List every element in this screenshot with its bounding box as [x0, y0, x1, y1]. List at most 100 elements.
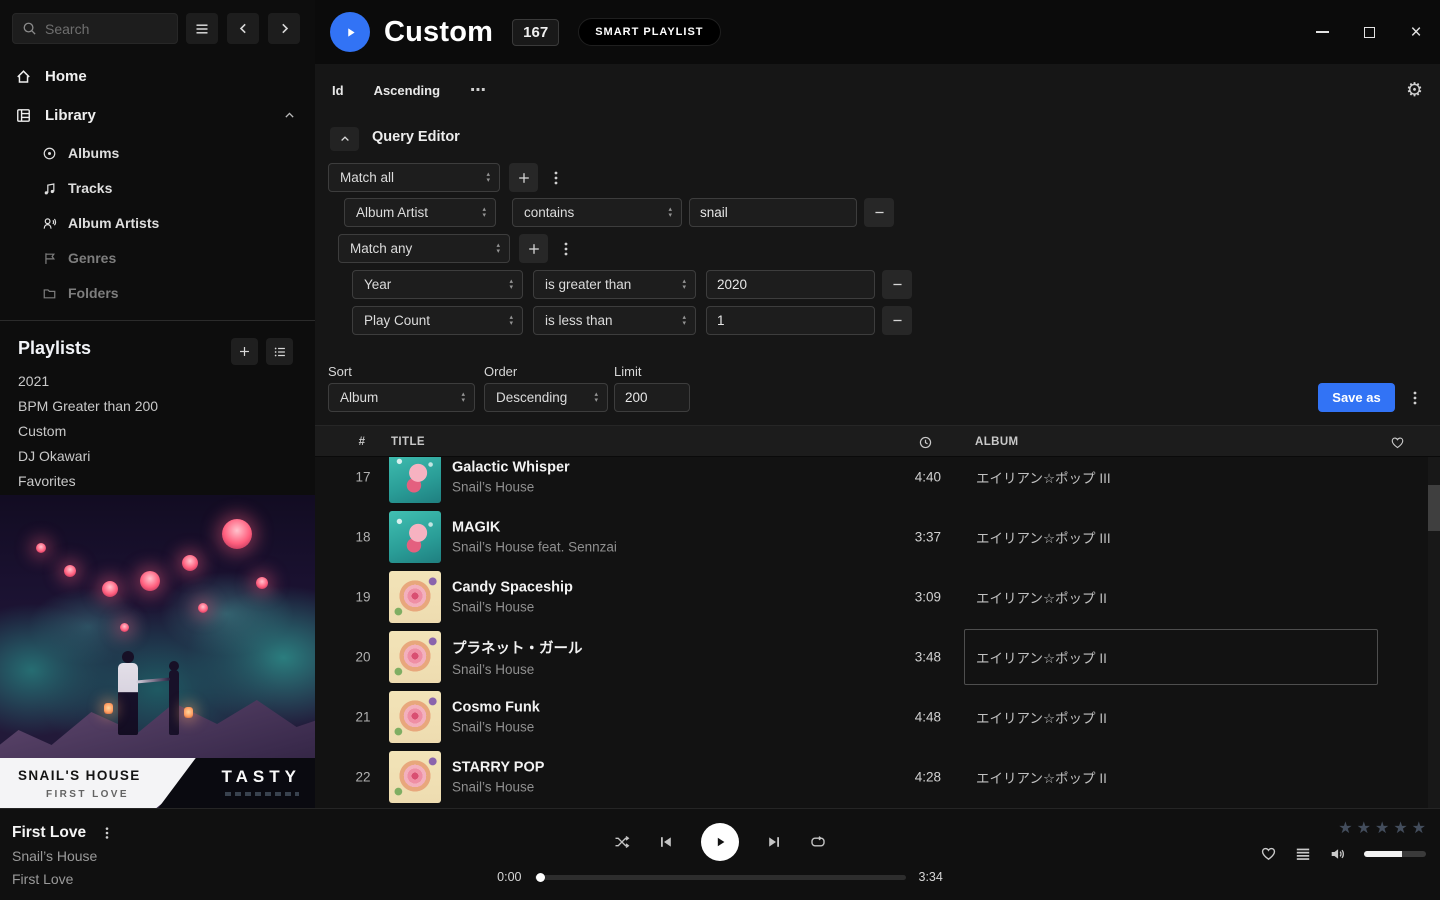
star-icon[interactable]: ★: [1338, 821, 1352, 837]
progress-handle[interactable]: [536, 873, 545, 882]
sidebar-item-folders[interactable]: Folders: [0, 281, 315, 305]
now-playing-title[interactable]: First Love: [12, 824, 86, 842]
query-editor-collapse-button[interactable]: [330, 127, 359, 151]
playlist-item[interactable]: Custom: [18, 421, 66, 441]
track-row[interactable]: 22 STARRY POP Snail’s House 4:28 エイリアン☆ポ…: [315, 747, 1440, 807]
volume-slider[interactable]: [1364, 851, 1426, 857]
volume-button[interactable]: [1329, 846, 1346, 862]
playlist-item[interactable]: 2021: [18, 371, 49, 391]
now-playing-artist[interactable]: Snail’s House: [12, 846, 114, 866]
forward-button[interactable]: [268, 13, 300, 44]
play-button[interactable]: [701, 823, 739, 861]
now-playing-album[interactable]: First Love: [12, 869, 114, 889]
track-album-cell[interactable]: エイリアン☆ポップ II: [964, 569, 1378, 625]
remove-rule-button[interactable]: [882, 270, 912, 299]
sidebar-item-library[interactable]: Library: [0, 102, 315, 128]
column-index[interactable]: #: [351, 426, 373, 458]
select-arrows-icon: ▴▾: [509, 279, 513, 290]
gear-icon[interactable]: ⚙: [1406, 81, 1423, 100]
track-row[interactable]: 20 プラネット・ガール Snail’s House 3:48 エイリアン☆ポッ…: [315, 627, 1440, 687]
star-icon[interactable]: ★: [1393, 821, 1407, 837]
previous-button[interactable]: [658, 834, 674, 850]
search-field[interactable]: [12, 13, 178, 44]
remove-rule-button[interactable]: [864, 198, 894, 227]
select-arrows-icon: ▴▾: [594, 392, 598, 403]
queue-button[interactable]: [1295, 846, 1311, 862]
now-playing-art[interactable]: SNAIL'S HOUSE FIRST LOVE TASTY: [0, 495, 315, 808]
group-menu-button[interactable]: [548, 170, 564, 186]
list-icon: [273, 345, 287, 359]
order-select[interactable]: Descending ▴▾: [484, 383, 608, 412]
rule-field-select[interactable]: Play Count ▴▾: [352, 306, 523, 335]
repeat-button[interactable]: [809, 834, 827, 850]
star-icon[interactable]: ★: [1412, 821, 1426, 837]
add-rule-button[interactable]: [519, 234, 548, 263]
limit-input[interactable]: [614, 383, 690, 412]
query-menu-button[interactable]: [1405, 383, 1425, 412]
sidebar-item-home[interactable]: Home: [0, 63, 315, 89]
add-playlist-button[interactable]: [231, 338, 258, 365]
track-album-cell[interactable]: エイリアン☆ポップ III: [964, 509, 1378, 565]
playlist-play-button[interactable]: [330, 12, 370, 52]
scrollbar-thumb[interactable]: [1428, 485, 1440, 531]
window-maximize-button[interactable]: [1359, 22, 1379, 42]
save-as-button[interactable]: Save as: [1318, 383, 1395, 412]
favorite-button[interactable]: [1260, 845, 1277, 862]
track-album-cell[interactable]: エイリアン☆ポップ III: [964, 457, 1378, 505]
track-list-inner: 17 Galactic Whisper Snail’s House 4:40 エ…: [315, 457, 1440, 807]
playlist-item[interactable]: BPM Greater than 200: [18, 396, 158, 416]
rule-value-input[interactable]: [689, 198, 857, 227]
track-album-cell[interactable]: エイリアン☆ポップ II: [964, 689, 1378, 745]
match-type-select[interactable]: Match any ▴▾: [338, 234, 510, 263]
back-button[interactable]: [227, 13, 259, 44]
plus-icon: [517, 171, 531, 185]
sidebar-item-genres[interactable]: Genres: [0, 246, 315, 270]
track-album-cell[interactable]: エイリアン☆ポップ II: [964, 749, 1378, 805]
group-menu-button[interactable]: [558, 241, 574, 257]
shuffle-button[interactable]: [613, 834, 631, 850]
next-button[interactable]: [766, 834, 782, 850]
playlist-list-button[interactable]: [266, 338, 293, 365]
rule-value-input[interactable]: [706, 270, 875, 299]
rule-operator-select[interactable]: is greater than ▴▾: [533, 270, 696, 299]
rule-field-select[interactable]: Year ▴▾: [352, 270, 523, 299]
star-icon[interactable]: ★: [1375, 821, 1389, 837]
sidebar-item-albums[interactable]: Albums: [0, 141, 315, 165]
rule-operator-select[interactable]: is less than ▴▾: [533, 306, 696, 335]
remove-rule-button[interactable]: [882, 306, 912, 335]
window-close-button[interactable]: ×: [1406, 22, 1426, 42]
add-rule-button[interactable]: [509, 163, 538, 192]
toolbar-sort-direction[interactable]: Ascending: [374, 83, 440, 98]
maximize-icon: [1364, 27, 1375, 38]
speaker-icon: [1329, 846, 1346, 862]
playlist-item[interactable]: Favorites: [18, 471, 76, 491]
duration-clock-icon[interactable]: [918, 426, 940, 458]
rule-operator-select[interactable]: contains ▴▾: [512, 198, 682, 227]
track-row[interactable]: 17 Galactic Whisper Snail’s House 4:40 エ…: [315, 457, 1440, 507]
sidebar-item-label: Home: [45, 68, 87, 85]
match-type-select[interactable]: Match all ▴▾: [328, 163, 500, 192]
toolbar-more-button[interactable]: ⋯: [470, 80, 486, 100]
star-icon[interactable]: ★: [1357, 821, 1371, 837]
menu-button[interactable]: [186, 13, 218, 44]
rule-field-select[interactable]: Album Artist ▴▾: [344, 198, 496, 227]
sidebar-item-tracks[interactable]: Tracks: [0, 176, 315, 200]
playlist-item[interactable]: DJ Okawari: [18, 446, 90, 466]
track-options-button[interactable]: [100, 826, 114, 840]
track-row[interactable]: 21 Cosmo Funk Snail’s House 4:48 エイリアン☆ポ…: [315, 687, 1440, 747]
track-row[interactable]: 18 MAGIK Snail’s House feat. Sennzai 3:3…: [315, 507, 1440, 567]
progress-bar[interactable]: [535, 875, 906, 880]
sidebar-item-album-artists[interactable]: Album Artists: [0, 211, 315, 235]
search-input[interactable]: [45, 21, 168, 37]
column-title[interactable]: TITLE: [391, 426, 425, 458]
track-row[interactable]: 19 Candy Spaceship Snail’s House 3:09 エイ…: [315, 567, 1440, 627]
sort-select[interactable]: Album ▴▾: [328, 383, 475, 412]
column-album[interactable]: ALBUM: [975, 426, 1019, 458]
toolbar-sort-field[interactable]: Id: [332, 83, 344, 98]
rule-value-input[interactable]: [706, 306, 875, 335]
track-album: エイリアン☆ポップ III: [976, 467, 1111, 487]
favorite-heart-icon[interactable]: [1390, 426, 1412, 458]
chevron-up-icon[interactable]: [283, 109, 296, 122]
track-album-cell[interactable]: エイリアン☆ポップ II: [964, 629, 1378, 685]
window-minimize-button[interactable]: [1312, 22, 1332, 42]
